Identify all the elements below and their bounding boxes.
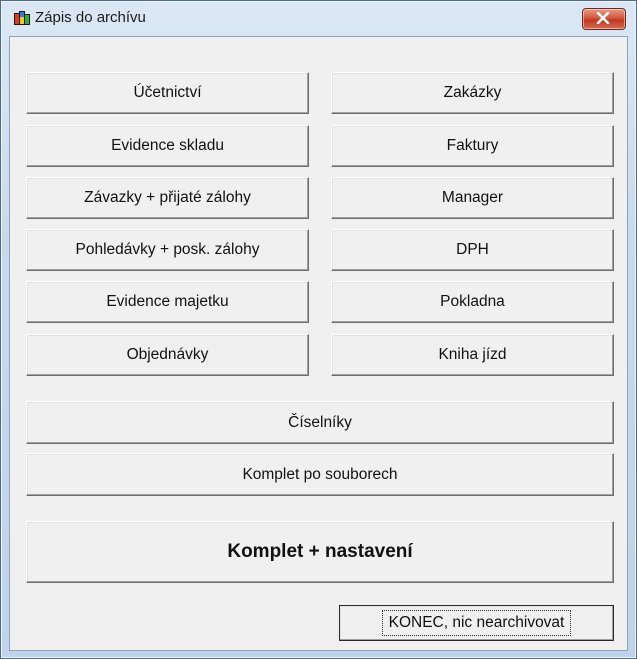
zakazky-button[interactable]: Zakázky: [331, 72, 614, 114]
dph-button[interactable]: DPH: [331, 229, 614, 271]
manager-label: Manager: [441, 189, 504, 206]
archive-app-icon: [13, 9, 31, 27]
dialog-client-area: Účetnictví Evidence skladu Závazky + při…: [9, 36, 628, 651]
pokladna-button[interactable]: Pokladna: [331, 281, 614, 323]
dph-label: DPH: [456, 241, 489, 258]
evidence-majetku-button[interactable]: Evidence majetku: [26, 281, 309, 323]
zavazky-button[interactable]: Závazky + přijaté zálohy: [26, 177, 309, 219]
ucetnictvi-button[interactable]: Účetnictví: [26, 72, 309, 114]
objednavky-label: Objednávky: [126, 346, 209, 363]
title-bar[interactable]: Zápis do archívu: [1, 1, 636, 35]
close-button[interactable]: [582, 8, 626, 30]
konec-label: KONEC, nic nearchivovat: [381, 610, 572, 636]
evidence-skladu-button[interactable]: Evidence skladu: [26, 125, 309, 167]
faktury-label: Faktury: [446, 137, 499, 154]
pohledavky-label: Pohledávky + posk. zálohy: [75, 241, 260, 258]
evidence-skladu-label: Evidence skladu: [111, 137, 224, 154]
kniha-jizd-button[interactable]: Kniha jízd: [331, 334, 614, 376]
pokladna-label: Pokladna: [440, 293, 505, 310]
close-x-icon: [596, 12, 610, 24]
komplet-nastaveni-label: Komplet + nastavení: [227, 541, 413, 562]
komplet-po-souborech-label: Komplet po souborech: [242, 465, 398, 483]
zavazky-label: Závazky + přijaté zálohy: [84, 189, 251, 206]
manager-button[interactable]: Manager: [331, 177, 614, 219]
archive-dialog-window: Zápis do archívu Účetnictví Evidence skl…: [0, 0, 637, 659]
zakazky-label: Zakázky: [443, 84, 502, 101]
ciselniky-button[interactable]: Číselníky: [26, 401, 614, 444]
pohledavky-button[interactable]: Pohledávky + posk. zálohy: [26, 229, 309, 271]
window-title: Zápis do archívu: [35, 9, 146, 26]
kniha-jizd-label: Kniha jízd: [438, 346, 507, 363]
ucetnictvi-label: Účetnictví: [133, 84, 202, 101]
objednavky-button[interactable]: Objednávky: [26, 334, 309, 376]
konec-button[interactable]: KONEC, nic nearchivovat: [339, 605, 614, 641]
komplet-po-souborech-button[interactable]: Komplet po souborech: [26, 453, 614, 496]
evidence-majetku-label: Evidence majetku: [106, 293, 229, 310]
komplet-nastaveni-button[interactable]: Komplet + nastavení: [26, 521, 614, 583]
faktury-button[interactable]: Faktury: [331, 125, 614, 167]
ciselniky-label: Číselníky: [288, 413, 352, 431]
